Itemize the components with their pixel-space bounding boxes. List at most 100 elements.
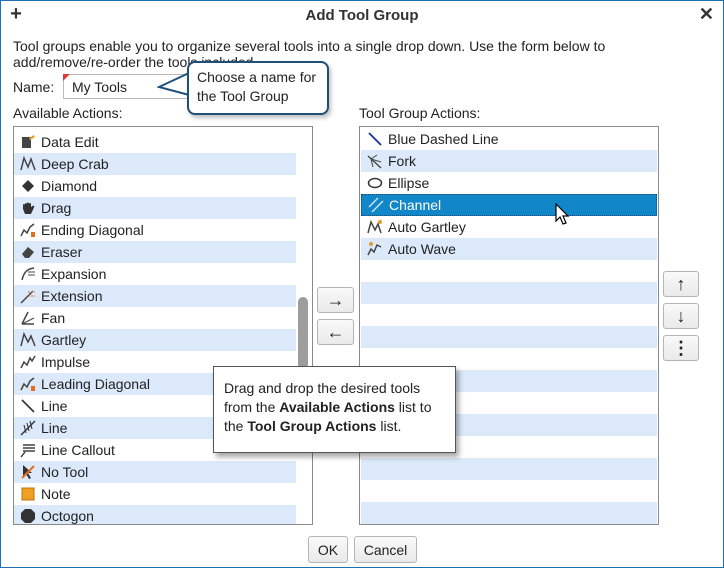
list-item-label: Expansion (41, 266, 107, 282)
empty-row (361, 282, 657, 304)
list-item-label: Data Edit (41, 134, 99, 150)
list-item-label: Gartley (41, 332, 87, 348)
title-bar: + Add Tool Group ✕ (1, 1, 723, 31)
empty-row (361, 260, 657, 282)
list-item[interactable]: Auto Wave (361, 238, 657, 260)
data-edit-icon (19, 133, 37, 151)
list-item[interactable]: No Tool (14, 461, 296, 483)
fan-icon (19, 309, 37, 327)
list-item-label: Fan (41, 310, 66, 326)
list-item-label: Deep Crab (41, 156, 109, 172)
scrollbar-thumb[interactable] (298, 297, 308, 369)
list-item[interactable]: Deep Crab (14, 153, 296, 175)
available-actions-list[interactable]: Data Edit Deep Crab Diamond Drag Ending … (13, 126, 313, 525)
list-item-label: Line (41, 420, 68, 436)
remove-from-group-button[interactable]: ← (317, 319, 354, 345)
drag-drop-tooltip: Drag and drop the desired tools from the… (213, 366, 456, 453)
list-item-label: Fork (388, 153, 416, 169)
fork-icon (366, 152, 384, 170)
list-item-label: Auto Gartley (388, 219, 466, 235)
auto-gartley-icon (366, 218, 384, 236)
cancel-button[interactable]: Cancel (354, 536, 417, 563)
list-item-selected[interactable]: Channel (361, 194, 657, 216)
auto-wave-icon (366, 240, 384, 258)
move-down-button[interactable]: ↓ (663, 303, 699, 329)
gartley-icon (19, 331, 37, 349)
vertical-ellipsis-icon: ⋮ (672, 337, 690, 358)
list-item[interactable]: Diamond (14, 175, 296, 197)
note-icon (19, 485, 37, 503)
impulse-icon (19, 353, 37, 371)
extension-icon (19, 287, 37, 305)
list-item[interactable]: Note (14, 483, 296, 505)
arrow-right-icon: → (326, 289, 345, 310)
tooltip-bold-available: Available Actions (279, 399, 395, 415)
list-item-label: Impulse (41, 354, 91, 370)
list-item-label: Eraser (41, 244, 83, 260)
arrow-down-icon: ↓ (676, 305, 686, 326)
list-item-label: Extension (41, 288, 103, 304)
list-item-label: Auto Wave (388, 241, 456, 257)
available-list-scrollbar[interactable] (297, 129, 309, 522)
move-up-button[interactable]: ↑ (663, 271, 699, 297)
tool-group-actions-list[interactable]: Blue Dashed Line Fork Ellipse Channel Au… (359, 126, 659, 525)
dialog-title: Add Tool Group (305, 7, 419, 24)
blue-dashed-line-icon (366, 130, 384, 148)
tool-group-actions-label: Tool Group Actions: (359, 105, 481, 121)
list-item[interactable]: Fork (361, 150, 657, 172)
list-item[interactable]: Data Edit (14, 131, 296, 153)
empty-row (361, 458, 657, 480)
add-to-group-button[interactable]: → (317, 287, 354, 313)
available-actions-label: Available Actions: (13, 105, 123, 121)
list-item-label: No Tool (41, 464, 89, 480)
empty-row (361, 502, 657, 524)
tooltip-text-3: list. (376, 418, 402, 434)
mouse-cursor-icon (555, 203, 570, 225)
list-item-label: Line Callout (41, 442, 115, 458)
empty-row (361, 304, 657, 326)
list-item-label: Drag (41, 200, 72, 216)
name-label: Name: (13, 79, 55, 95)
list-item-label: Channel (389, 197, 442, 213)
list-item[interactable]: Drag (14, 197, 296, 219)
expansion-icon (19, 265, 37, 283)
channel-icon (367, 196, 385, 214)
octogon-icon (19, 507, 37, 524)
list-item[interactable]: Gartley (14, 329, 296, 351)
line-hash-icon (19, 419, 37, 437)
arrow-left-icon: ← (326, 321, 345, 342)
eraser-icon (19, 243, 37, 261)
arrow-up-icon: ↑ (676, 273, 686, 294)
list-item-label: Ellipse (388, 175, 430, 191)
list-item-label: Blue Dashed Line (388, 131, 499, 147)
ellipse-icon (366, 174, 384, 192)
deep-crab-icon (19, 155, 37, 173)
description-text: Tool groups enable you to organize sever… (13, 38, 606, 70)
empty-row (361, 480, 657, 502)
line-callout-icon (19, 441, 37, 459)
leading-diagonal-icon (19, 375, 37, 393)
no-tool-icon (19, 463, 37, 481)
list-item[interactable]: Fan (14, 307, 296, 329)
list-item-label: Leading Diagonal (41, 376, 150, 392)
list-item-label: Ending Diagonal (41, 222, 144, 238)
drag-hand-icon (19, 199, 37, 217)
list-item-label: Line (41, 398, 68, 414)
add-tool-group-dialog: + Add Tool Group ✕ Tool groups enable yo… (0, 0, 724, 568)
list-item-label: Octogon (41, 508, 94, 524)
list-item[interactable]: Extension (14, 285, 296, 307)
empty-row (361, 326, 657, 348)
ok-button[interactable]: OK (308, 536, 348, 563)
list-item-label: Diamond (41, 178, 98, 194)
list-item[interactable]: Expansion (14, 263, 296, 285)
more-options-button[interactable]: ⋮ (663, 335, 699, 361)
ending-diagonal-icon (19, 221, 37, 239)
list-item[interactable]: Octogon (14, 505, 296, 524)
list-item-label: Note (41, 486, 71, 502)
close-icon[interactable]: ✕ (699, 4, 714, 25)
list-item[interactable]: Eraser (14, 241, 296, 263)
list-item[interactable]: Ellipse (361, 172, 657, 194)
list-item[interactable]: Blue Dashed Line (361, 128, 657, 150)
list-item[interactable]: Ending Diagonal (14, 219, 296, 241)
list-item[interactable]: Auto Gartley (361, 216, 657, 238)
